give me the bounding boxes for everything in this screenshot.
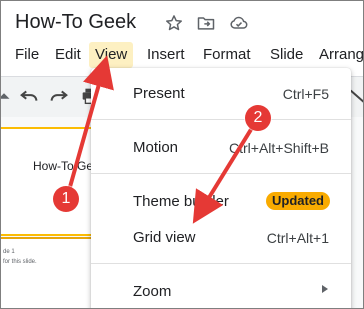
- menu-option-theme-builder[interactable]: Theme builder: [133, 193, 229, 210]
- undo-icon[interactable]: [18, 85, 40, 107]
- move-to-folder-icon[interactable]: [196, 13, 216, 33]
- star-icon[interactable]: [164, 13, 184, 33]
- menu-edit[interactable]: Edit: [55, 45, 81, 65]
- cloud-status-icon[interactable]: [229, 13, 249, 33]
- shortcut-motion: Ctrl+Alt+Shift+B: [229, 140, 329, 156]
- menu-format[interactable]: Format: [203, 45, 251, 65]
- updated-badge: Updated: [266, 192, 330, 210]
- menu-option-zoom[interactable]: Zoom: [133, 283, 171, 300]
- slide-thumbnail-2-subtext: for this slide.: [3, 259, 37, 265]
- menu-separator: [91, 173, 351, 174]
- add-icon[interactable]: [1, 85, 15, 107]
- menu-arrange[interactable]: Arrang: [319, 45, 363, 65]
- canvas-edge: [349, 117, 363, 308]
- menu-option-present[interactable]: Present: [133, 85, 185, 102]
- view-menu-dropdown: [91, 68, 351, 308]
- shortcut-present: Ctrl+F5: [282, 86, 329, 102]
- slide-thumbnail-1[interactable]: [1, 127, 98, 236]
- document-title[interactable]: How-To Geek: [15, 11, 136, 34]
- menu-option-motion[interactable]: Motion: [133, 139, 178, 156]
- menu-insert[interactable]: Insert: [147, 45, 185, 65]
- callout-2: 2: [245, 105, 271, 131]
- menu-option-grid-view[interactable]: Grid view: [133, 229, 196, 246]
- menu-view[interactable]: View: [89, 42, 134, 68]
- redo-icon[interactable]: [48, 85, 70, 107]
- submenu-arrow-icon: [322, 285, 328, 293]
- slide-thumbnail-2[interactable]: [1, 237, 96, 308]
- app-window: How-To Geek File Edit View Insert Format…: [0, 0, 364, 309]
- menu-separator: [91, 119, 351, 120]
- menu-separator: [91, 263, 351, 264]
- menu-file[interactable]: File: [15, 45, 39, 65]
- callout-1: 1: [53, 186, 79, 212]
- slide-thumbnail-title: How-To Gee: [33, 159, 100, 173]
- slide-thumbnail-2-text: de 1: [3, 249, 15, 255]
- menu-slide[interactable]: Slide: [270, 45, 303, 65]
- shortcut-grid-view: Ctrl+Alt+1: [266, 230, 329, 246]
